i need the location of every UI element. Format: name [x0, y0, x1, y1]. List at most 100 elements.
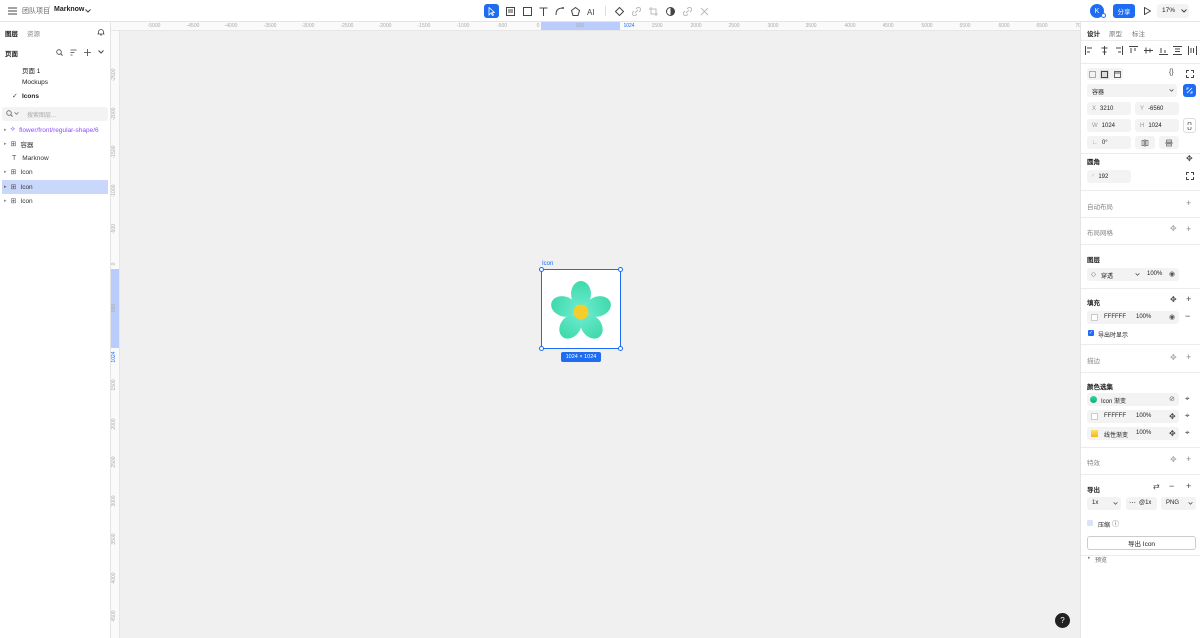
- page-item-mockups[interactable]: Mockups: [22, 79, 48, 86]
- eye-icon[interactable]: ◉: [1169, 270, 1175, 278]
- expand-arrow-icon[interactable]: ▸: [1088, 555, 1091, 561]
- detach-style-icon[interactable]: ⊘: [1169, 395, 1175, 403]
- compress-checkbox[interactable]: [1087, 520, 1093, 526]
- export-scale-select[interactable]: 1x: [1087, 497, 1121, 510]
- export-format-select[interactable]: PNG: [1161, 497, 1196, 510]
- layer-row-icon-3[interactable]: ▸ ⊞ Icon: [2, 194, 108, 208]
- layer-row-container[interactable]: ▸ ⊞ 容器: [2, 137, 108, 151]
- link-icon[interactable]: [629, 4, 643, 18]
- y-field[interactable]: Y -6560: [1135, 102, 1179, 115]
- chevron-down-icon[interactable]: [96, 47, 106, 57]
- tab-annotate[interactable]: 标注: [1132, 28, 1145, 38]
- flip-h-button[interactable]: [1135, 136, 1155, 149]
- add-auto-layout-icon[interactable]: +: [1186, 198, 1191, 208]
- resize-handle[interactable]: [539, 346, 544, 351]
- x-field[interactable]: X 3210: [1087, 102, 1131, 115]
- crop-icon[interactable]: [646, 4, 660, 18]
- menu-icon[interactable]: [6, 5, 18, 17]
- frame-dashed-icon[interactable]: [1089, 70, 1097, 78]
- code-icon[interactable]: {}: [1169, 69, 1174, 76]
- layer-row-component[interactable]: ▸ ⟡ flower/front/regular-shape/6: [2, 123, 108, 137]
- independent-corners-icon[interactable]: [1186, 172, 1194, 180]
- bell-icon[interactable]: [96, 27, 106, 37]
- flip-v-button[interactable]: [1159, 136, 1179, 149]
- add-stroke-icon[interactable]: +: [1186, 352, 1191, 362]
- fill-style-icon[interactable]: ✥: [1170, 295, 1177, 304]
- grid-style-icon[interactable]: ✥: [1170, 224, 1177, 233]
- container-select[interactable]: 容器: [1087, 84, 1177, 97]
- zoom-select[interactable]: 17%: [1157, 4, 1189, 18]
- tab-assets[interactable]: 资源: [27, 28, 40, 38]
- pen-tool-icon[interactable]: [552, 4, 566, 18]
- export-visible-checkbox[interactable]: ✓: [1088, 330, 1094, 336]
- target-icon[interactable]: ⌖: [1185, 411, 1190, 421]
- ai-tool-icon[interactable]: AI: [585, 4, 600, 18]
- frame-solid-icon[interactable]: [1100, 69, 1110, 79]
- export-suffix-field[interactable]: ⋯ @1x: [1126, 497, 1157, 510]
- text-tool-icon[interactable]: [536, 4, 550, 18]
- add-effect-icon[interactable]: +: [1186, 454, 1191, 464]
- stroke-style-icon[interactable]: ✥: [1170, 353, 1177, 362]
- align-left-icon[interactable]: [1085, 46, 1094, 55]
- layer-opacity[interactable]: 100%: [1147, 271, 1162, 277]
- frame-page-icon[interactable]: [1113, 70, 1121, 78]
- preview-toggle[interactable]: 预览: [1095, 555, 1107, 564]
- boolean-icon[interactable]: [680, 4, 694, 18]
- yellow-gradient-swatch[interactable]: [1091, 430, 1098, 437]
- layer-search-field[interactable]: 搜索图层...: [2, 107, 108, 121]
- rotation-field[interactable]: ∟ 0°: [1087, 136, 1131, 149]
- expand-arrow-icon[interactable]: ▸: [4, 141, 7, 147]
- tab-design[interactable]: 设计: [1087, 28, 1100, 38]
- share-button[interactable]: 分享: [1113, 4, 1135, 18]
- effect-style-icon[interactable]: ✥: [1170, 455, 1177, 464]
- layer-row-text[interactable]: T Marknow: [2, 151, 108, 165]
- align-center-v-icon[interactable]: [1143, 46, 1153, 55]
- info-icon[interactable]: ⓘ: [1112, 519, 1119, 529]
- selection-color-row[interactable]: FFFFFF 100% ✥: [1087, 410, 1179, 423]
- gradient-swatch[interactable]: [1090, 396, 1097, 403]
- h-field[interactable]: H 1024: [1135, 119, 1179, 132]
- frame-type-toggle[interactable]: [1087, 68, 1123, 80]
- add-fill-icon[interactable]: +: [1186, 294, 1191, 304]
- expand-arrow-icon[interactable]: ▸: [4, 184, 7, 190]
- target-icon[interactable]: ⌖: [1185, 394, 1190, 404]
- selection-color-row[interactable]: 线性渐变 100% ✥: [1087, 427, 1179, 440]
- shape-tool-icon[interactable]: [568, 4, 582, 18]
- align-right-icon[interactable]: [1114, 46, 1124, 55]
- layer-row-icon-1[interactable]: ▸ ⊞ Icon: [2, 165, 108, 179]
- project-name[interactable]: Marknow: [54, 6, 84, 13]
- distribute-icon[interactable]: [1173, 46, 1183, 55]
- tab-layers[interactable]: 图层: [5, 28, 18, 38]
- style-icon[interactable]: ✥: [1169, 429, 1176, 438]
- expand-arrow-icon[interactable]: ▸: [4, 169, 7, 175]
- frame-tool-icon[interactable]: [503, 4, 517, 18]
- eye-icon[interactable]: ◉: [1169, 313, 1175, 321]
- w-field[interactable]: W 1024: [1087, 119, 1131, 132]
- canvas[interactable]: Icon 1024 × 1024 ?: [120, 31, 1080, 638]
- sort-icon[interactable]: [68, 47, 78, 57]
- export-settings-icon[interactable]: ⇄: [1153, 482, 1160, 491]
- selected-icon-frame[interactable]: [541, 269, 621, 349]
- remove-fill-icon[interactable]: −: [1185, 311, 1190, 321]
- move-tool-button[interactable]: [484, 4, 499, 18]
- expand-icon[interactable]: [1186, 70, 1194, 78]
- selection-color-row[interactable]: Icon 渐变 ⊘: [1087, 393, 1179, 406]
- tab-prototype[interactable]: 原型: [1109, 28, 1122, 38]
- blend-mode-select[interactable]: ◇ 穿透 100%: [1087, 268, 1179, 281]
- search-icon[interactable]: [54, 47, 64, 57]
- resize-handle[interactable]: [539, 267, 544, 272]
- mask-icon[interactable]: [663, 4, 677, 18]
- remove-export-icon[interactable]: −: [1169, 481, 1174, 491]
- expand-arrow-icon[interactable]: ▸: [4, 127, 7, 133]
- chevron-down-icon[interactable]: [84, 7, 92, 15]
- radius-field[interactable]: ◜ 192: [1087, 170, 1131, 183]
- play-icon[interactable]: [1141, 4, 1153, 18]
- fill-opacity[interactable]: 100%: [1136, 314, 1151, 320]
- frame-label[interactable]: Icon: [542, 261, 553, 267]
- slice-icon[interactable]: [697, 4, 711, 18]
- constraint-button[interactable]: [1183, 84, 1196, 97]
- expand-arrow-icon[interactable]: ▸: [4, 198, 7, 204]
- layer-row-icon-selected[interactable]: ▸ ⊞ Icon: [2, 180, 108, 194]
- distribute-h-icon[interactable]: [1187, 46, 1197, 55]
- component-icon[interactable]: [612, 4, 626, 18]
